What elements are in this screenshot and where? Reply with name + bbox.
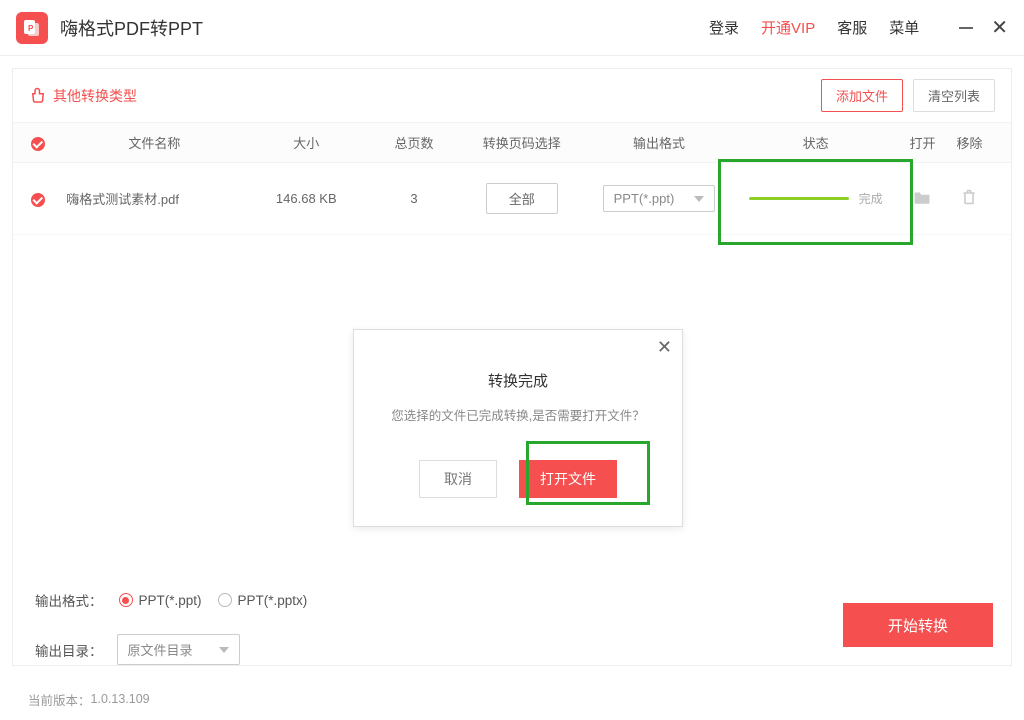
select-all-checkbox[interactable] <box>31 137 45 151</box>
table-row: 嗨格式测试素材.pdf 146.68 KB 3 全部 PPT(*.ppt) 完成 <box>13 163 1011 235</box>
row-checkbox[interactable] <box>31 193 45 207</box>
dialog-close-icon[interactable]: ✕ <box>657 338 672 356</box>
col-open: 打开 <box>899 133 946 152</box>
col-outfmt: 输出格式 <box>585 133 732 152</box>
dialog-open-file-button[interactable]: 打开文件 <box>519 460 617 498</box>
radio-pptx[interactable]: PPT(*.pptx) <box>218 593 308 608</box>
col-remove: 移除 <box>946 133 993 152</box>
status-text: 完成 <box>859 190 883 207</box>
dialog-cancel-button[interactable]: 取消 <box>419 460 497 498</box>
col-filename: 文件名称 <box>66 133 242 152</box>
radio-dot-icon <box>218 593 232 607</box>
row-output-format-select[interactable]: PPT(*.ppt) <box>603 185 716 212</box>
row-size: 146.68 KB <box>243 191 370 206</box>
version-label: 当前版本： <box>28 690 91 709</box>
login-link[interactable]: 登录 <box>709 17 739 38</box>
table-header: 文件名称 大小 总页数 转换页码选择 输出格式 状态 打开 移除 <box>13 122 1011 163</box>
start-convert-button[interactable]: 开始转换 <box>843 603 993 647</box>
clear-list-button[interactable]: 清空列表 <box>913 79 995 112</box>
output-dir-label: 输出目录： <box>35 640 103 660</box>
vip-link[interactable]: 开通VIP <box>761 17 815 38</box>
add-files-button[interactable]: 添加文件 <box>821 79 903 112</box>
pagesel-button[interactable]: 全部 <box>486 183 558 214</box>
thumb-icon <box>29 87 47 105</box>
chevron-down-icon <box>219 647 229 653</box>
output-format-label: 输出格式： <box>35 590 103 610</box>
menu-link[interactable]: 菜单 <box>889 17 919 38</box>
output-dir-select[interactable]: 原文件目录 <box>117 634 240 665</box>
col-pages: 总页数 <box>370 133 458 152</box>
chevron-down-icon <box>694 196 704 202</box>
progress-bar <box>749 197 849 200</box>
row-pages: 3 <box>370 191 458 206</box>
other-convert-types[interactable]: 其他转换类型 <box>29 86 137 106</box>
col-size: 大小 <box>243 133 370 152</box>
window-minimize-icon[interactable] <box>959 27 973 29</box>
col-status: 状态 <box>732 133 899 152</box>
radio-dot-checked-icon <box>119 593 133 607</box>
trash-icon[interactable] <box>961 194 977 209</box>
radio-ppt[interactable]: PPT(*.ppt) <box>119 593 202 608</box>
main-panel: 其他转换类型 添加文件 清空列表 文件名称 大小 总页数 转换页码选择 输出格式… <box>12 68 1012 666</box>
titlebar: P 嗨格式PDF转PPT 登录 开通VIP 客服 菜单 ✕ <box>0 0 1024 56</box>
dialog-message: 您选择的文件已完成转换,是否需要打开文件？ <box>378 405 658 424</box>
service-link[interactable]: 客服 <box>837 17 867 38</box>
window-close-icon[interactable]: ✕ <box>991 18 1008 38</box>
row-filename: 嗨格式测试素材.pdf <box>66 189 242 208</box>
col-pagesel: 转换页码选择 <box>458 133 585 152</box>
other-types-label: 其他转换类型 <box>53 86 137 106</box>
footer: 当前版本： 1.0.13.109 <box>0 678 1024 720</box>
app-logo: P <box>16 12 48 44</box>
svg-text:P: P <box>28 24 34 33</box>
conversion-complete-dialog: ✕ 转换完成 您选择的文件已完成转换,是否需要打开文件？ 取消 打开文件 <box>353 329 683 527</box>
dialog-title: 转换完成 <box>378 370 658 391</box>
folder-icon[interactable] <box>913 193 931 208</box>
version-value: 1.0.13.109 <box>91 692 150 706</box>
app-title: 嗨格式PDF转PPT <box>60 15 203 41</box>
